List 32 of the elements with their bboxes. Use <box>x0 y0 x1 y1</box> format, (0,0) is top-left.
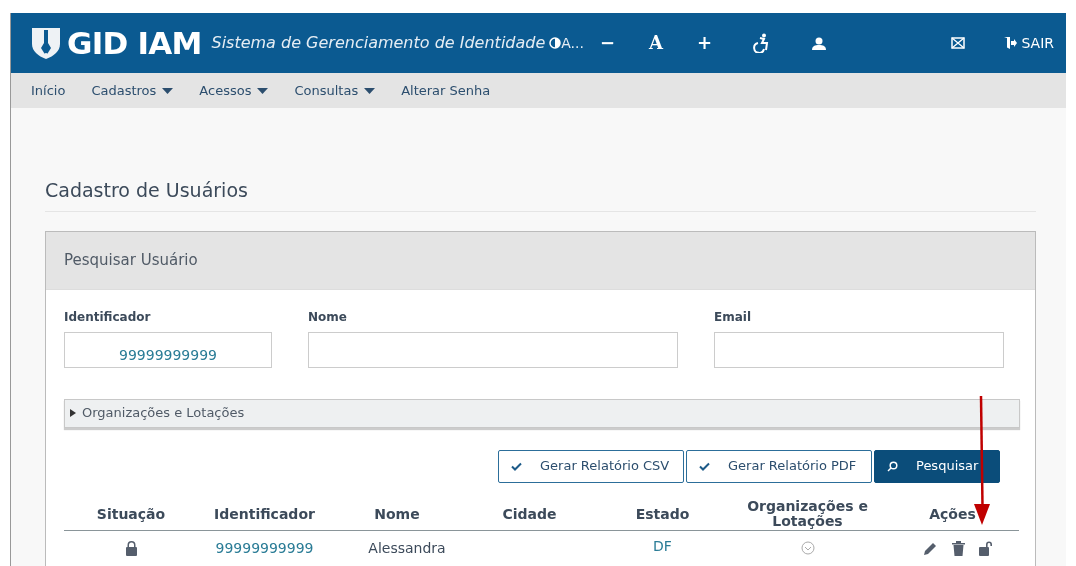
font-size-button[interactable]: − <box>599 34 616 52</box>
column-header: Estado <box>634 506 691 522</box>
column-header: Identificador <box>213 506 316 522</box>
search-button[interactable]: Pesquisar <box>874 449 1000 483</box>
contrast-label: A... <box>561 33 584 53</box>
column-header: Organizações e Lotações <box>746 499 869 529</box>
column-header: Nome <box>373 506 421 522</box>
nav-menu-item[interactable]: Alterar Senha <box>401 80 491 101</box>
field-label: Nome <box>308 308 348 326</box>
table-cell-text: Alessandra <box>367 538 447 558</box>
logout-button[interactable]: SAIR <box>1003 32 1054 54</box>
input-field[interactable]: 99999999999 <box>64 331 272 368</box>
logo-text: GID IAM <box>67 27 202 59</box>
panel-header: Pesquisar Usuário <box>46 231 1035 290</box>
system-subtitle: Sistema de Gerenciamento de Identidade <box>211 32 546 54</box>
report-button[interactable]: Gerar Relatório PDF <box>686 449 872 483</box>
nav-menu-item[interactable]: Acessos <box>199 80 269 101</box>
column-header: Ações <box>928 506 977 522</box>
nav-menu-item[interactable]: Início <box>31 80 66 101</box>
report-button[interactable]: Gerar Relatório CSV <box>498 449 684 483</box>
column-header: Cidade <box>501 506 558 522</box>
field-label: Email <box>714 308 753 326</box>
table-cell-text: DF <box>652 536 673 556</box>
nav-menu-item[interactable]: Consultas <box>294 80 376 101</box>
font-size-button[interactable]: A <box>649 34 664 52</box>
collapsible-section[interactable]: Organizações e Lotações <box>64 398 1020 428</box>
column-header: Situação <box>95 506 167 522</box>
field-label: Identificador <box>64 308 152 326</box>
nav-menu-item[interactable]: Cadastros <box>91 80 174 101</box>
font-size-button[interactable]: + <box>697 34 713 52</box>
table-cell-text: 99999999999 <box>214 538 315 558</box>
page-title: Cadastro de Usuários <box>45 176 1036 212</box>
